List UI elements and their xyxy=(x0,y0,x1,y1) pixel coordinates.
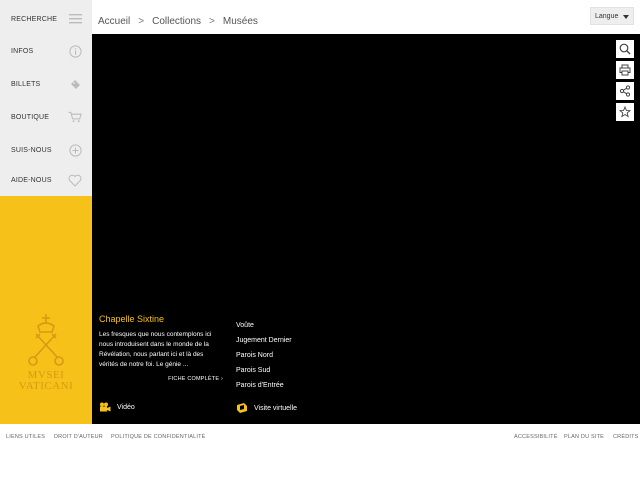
sidebar-item-infos[interactable]: INFOS xyxy=(0,36,92,66)
footer: LIENS UTILES DROIT D'AUTEUR POLITIQUE DE… xyxy=(0,424,640,480)
language-select[interactable]: Langue xyxy=(590,7,634,25)
section-link-parois-nord[interactable]: Parois Nord xyxy=(236,348,292,363)
main-panel: Chapelle Sixtine Les fresques que nous c… xyxy=(92,34,640,424)
footer-link-accessibility[interactable]: ACCESSIBILITÉ xyxy=(514,434,558,440)
share-button[interactable] xyxy=(616,82,634,100)
caret-down-icon xyxy=(623,15,629,19)
breadcrumb-item-musees: Musées xyxy=(222,16,258,27)
full-record-label: FICHE COMPLÈTE xyxy=(168,376,220,382)
favorite-button[interactable] xyxy=(616,103,634,121)
video-label: Vidéo xyxy=(117,403,135,411)
virtual-tour-icon xyxy=(237,403,247,413)
sidebar-item-billets[interactable]: BILLETS xyxy=(0,69,92,99)
section-links: Voûte Jugement Dernier Parois Nord Paroi… xyxy=(236,318,292,393)
artwork-description: Les fresques que nous contemplons ici no… xyxy=(99,331,212,368)
sidebar-item-label: BILLETS xyxy=(11,80,41,88)
language-select-label: Langue xyxy=(595,12,619,20)
sidebar-item-label: RECHERCHE xyxy=(11,15,58,23)
print-button[interactable] xyxy=(616,61,634,79)
section-link-parois-entree[interactable]: Parois d'Entrée xyxy=(236,378,292,393)
sidebar: RECHERCHE INFOS BILLETS BOUTIQUE SUIS-NO… xyxy=(0,0,92,196)
breadcrumb-item-collections[interactable]: Collections xyxy=(152,16,201,27)
heart-icon xyxy=(68,173,82,187)
search-button[interactable] xyxy=(616,40,634,58)
footer-link-copyright[interactable]: DROIT D'AUTEUR xyxy=(54,434,103,440)
artwork-title: Chapelle Sixtine xyxy=(99,314,165,324)
video-button[interactable]: Vidéo xyxy=(99,402,135,412)
sidebar-item-aide-nous[interactable]: AIDE-NOUS xyxy=(0,165,92,195)
header: Accueil > Collections > Musées Langue xyxy=(92,0,640,34)
ticket-icon xyxy=(68,77,82,91)
breadcrumb-item-accueil[interactable]: Accueil xyxy=(98,16,130,27)
brand-text-line2: VATICANI xyxy=(18,380,74,392)
crossed-keys-icon xyxy=(28,314,64,366)
brand-panel: MVSEI VATICANI xyxy=(0,196,92,424)
breadcrumb: Accueil > Collections > Musées xyxy=(98,16,258,27)
menu-icon xyxy=(68,12,82,26)
print-icon xyxy=(619,64,631,76)
star-icon xyxy=(619,106,631,118)
breadcrumb-separator: > xyxy=(138,16,145,27)
sidebar-item-label: SUIS-NOUS xyxy=(11,146,52,154)
artwork-info: Chapelle Sixtine Les fresques que nous c… xyxy=(99,314,223,382)
cart-icon xyxy=(68,110,82,124)
full-record-link[interactable]: FICHE COMPLÈTE › xyxy=(99,376,223,382)
footer-link-useful-links[interactable]: LIENS UTILES xyxy=(6,434,45,440)
page: RECHERCHE INFOS BILLETS BOUTIQUE SUIS-NO… xyxy=(0,0,640,480)
sidebar-item-label: AIDE-NOUS xyxy=(11,176,52,184)
sidebar-item-suis-nous[interactable]: SUIS-NOUS xyxy=(0,135,92,165)
sidebar-item-label: INFOS xyxy=(11,47,34,55)
footer-link-credits[interactable]: CRÉDITS xyxy=(613,434,639,440)
search-icon xyxy=(619,43,631,55)
virtual-tour-button[interactable]: Visite virtuelle xyxy=(236,402,297,414)
video-camera-icon xyxy=(100,402,111,412)
sidebar-item-boutique[interactable]: BOUTIQUE xyxy=(0,102,92,132)
toolbar xyxy=(616,40,634,124)
museum-logo[interactable]: MVSEI VATICANI xyxy=(0,312,92,402)
sidebar-item-recherche[interactable]: RECHERCHE xyxy=(0,4,92,34)
chevron-right-icon: › xyxy=(220,376,223,382)
section-link-parois-sud[interactable]: Parois Sud xyxy=(236,363,292,378)
footer-link-privacy[interactable]: POLITIQUE DE CONFIDENTIALITÉ xyxy=(111,434,206,440)
virtual-tour-label: Visite virtuelle xyxy=(254,404,298,412)
footer-link-sitemap[interactable]: PLAN DU SITE xyxy=(564,434,604,440)
info-icon xyxy=(68,44,82,58)
breadcrumb-separator: > xyxy=(209,16,215,27)
share-icon xyxy=(619,85,631,97)
section-link-voute[interactable]: Voûte xyxy=(236,318,292,333)
plus-circle-icon xyxy=(68,143,82,157)
sidebar-item-label: BOUTIQUE xyxy=(11,113,50,121)
section-link-jugement-dernier[interactable]: Jugement Dernier xyxy=(236,333,292,348)
